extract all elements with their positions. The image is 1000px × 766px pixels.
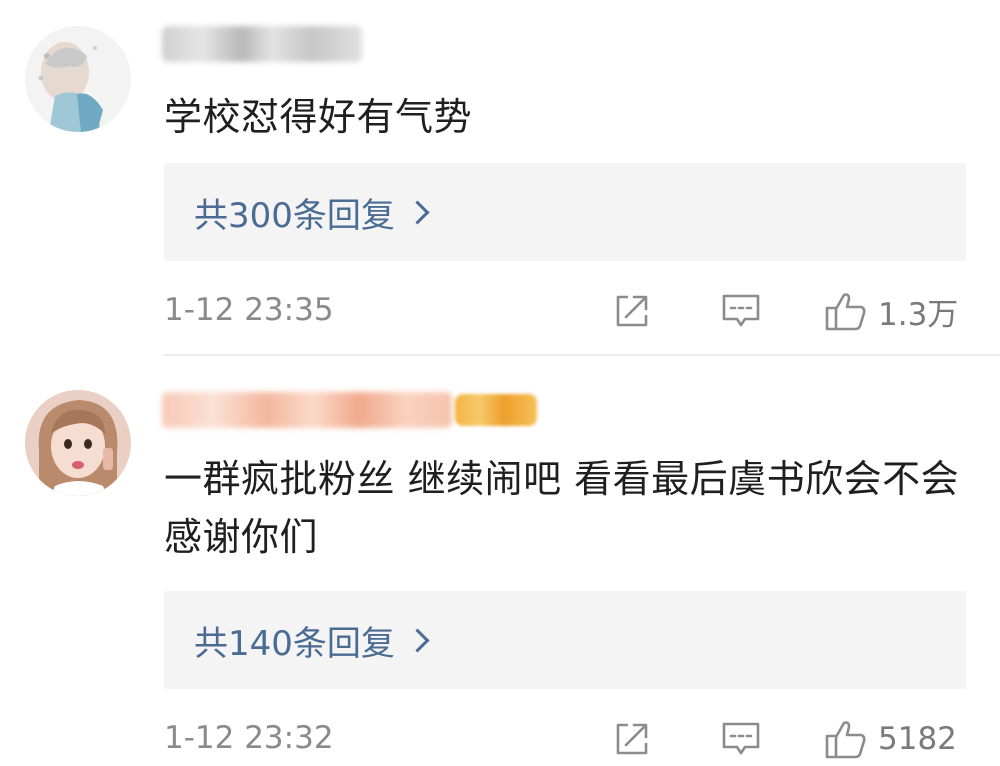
comment-icon: [722, 294, 760, 327]
replies-count-label: 共300条回复: [194, 195, 395, 236]
like-button[interactable]: 1.3万: [824, 288, 958, 334]
chevron-right-icon: [405, 199, 430, 225]
avatar[interactable]: [25, 26, 131, 132]
comment-meta: 1-12 23:35 1.3万: [164, 286, 966, 336]
comment-item: 一群疯批粉丝 继续闹吧 看看最后虞书欣会不会感谢你们 共140条回复 1-12 …: [0, 356, 1000, 766]
share-button[interactable]: [612, 288, 652, 334]
avatar[interactable]: [25, 390, 131, 496]
comment-item: 学校怼得好有气势 共300条回复 1-12 23:35 1.3万: [0, 0, 1000, 356]
username-redacted[interactable]: [162, 392, 452, 428]
share-icon: [616, 723, 648, 755]
timestamp: 1-12 23:35: [164, 292, 334, 328]
share-button[interactable]: [612, 716, 652, 762]
user-badge: [455, 394, 537, 426]
comment-text: 一群疯批粉丝 继续闹吧 看看最后虞书欣会不会感谢你们: [164, 457, 960, 559]
comment-meta: 1-12 23:32 5182: [164, 714, 966, 764]
avatar-image: [25, 26, 131, 132]
avatar-image: [25, 390, 131, 496]
like-count: 1.3万: [878, 296, 959, 333]
comment-button[interactable]: [720, 288, 762, 334]
thumbs-up-icon: [825, 293, 866, 331]
replies-count-label: 共140条回复: [194, 623, 395, 664]
like-button[interactable]: 5182: [824, 716, 957, 762]
view-replies-button[interactable]: 共140条回复: [164, 591, 966, 689]
comment-button[interactable]: [720, 716, 762, 762]
comment-text: 学校怼得好有气势: [164, 95, 473, 139]
username-redacted[interactable]: [162, 26, 362, 62]
like-count: 5182: [878, 721, 957, 757]
chevron-right-icon: [405, 627, 430, 653]
comment-feed: 学校怼得好有气势 共300条回复 1-12 23:35 1.3万 一群疯批粉丝 …: [0, 0, 1000, 766]
timestamp: 1-12 23:32: [164, 720, 334, 756]
view-replies-button[interactable]: 共300条回复: [164, 163, 966, 261]
comment-icon: [722, 722, 760, 755]
share-icon: [616, 295, 648, 327]
thumbs-up-icon: [825, 721, 866, 759]
